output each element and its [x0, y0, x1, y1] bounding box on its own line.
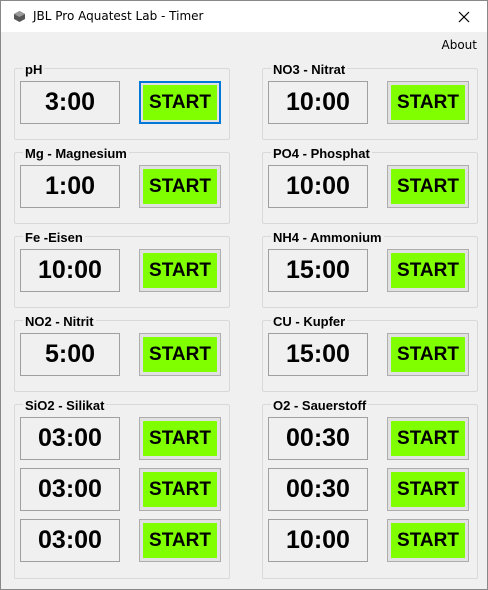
group-ph: pH 3:00 START: [14, 62, 230, 140]
timer-display: 00:30: [268, 468, 368, 511]
close-icon: [458, 11, 470, 22]
timer-display: 03:00: [20, 468, 120, 511]
start-button-label: START: [391, 337, 465, 372]
timer-display: 3:00: [20, 81, 120, 124]
timer-display: 1:00: [20, 165, 120, 208]
group-o2: O2 - Sauerstoff 00:30 START 00:30 START …: [262, 398, 478, 579]
start-button-label: START: [143, 169, 217, 204]
start-button[interactable]: START: [387, 333, 469, 376]
start-button[interactable]: START: [387, 249, 469, 292]
timer-display: 03:00: [20, 519, 120, 562]
window-title: JBL Pro Aquatest Lab - Timer: [33, 9, 204, 23]
start-button[interactable]: START: [387, 81, 469, 124]
start-button[interactable]: START: [139, 249, 221, 292]
start-button-label: START: [143, 85, 217, 120]
start-button-label: START: [143, 421, 217, 456]
group-title-no3: NO3 - Nitrat: [271, 62, 348, 77]
timer-display: 00:30: [268, 417, 368, 460]
group-title-nh4: NH4 - Ammonium: [271, 230, 384, 245]
group-title-cu: CU - Kupfer: [271, 314, 348, 329]
start-button-label: START: [391, 523, 465, 558]
start-button-label: START: [391, 421, 465, 456]
start-button-label: START: [391, 169, 465, 204]
group-title-no2: NO2 - Nitrit: [23, 314, 96, 329]
start-button[interactable]: START: [139, 333, 221, 376]
timer-display: 5:00: [20, 333, 120, 376]
timer-display: 03:00: [20, 417, 120, 460]
timer-display: 10:00: [20, 249, 120, 292]
title-bar: JBL Pro Aquatest Lab - Timer: [1, 1, 487, 32]
menu-about[interactable]: About: [442, 38, 477, 52]
menu-bar: About: [1, 32, 487, 56]
group-no3: NO3 - Nitrat 10:00 START: [262, 62, 478, 140]
start-button-label: START: [391, 85, 465, 120]
timer-display: 10:00: [268, 81, 368, 124]
close-button[interactable]: [441, 1, 487, 32]
start-button-label: START: [143, 337, 217, 372]
start-button[interactable]: START: [139, 417, 221, 460]
group-title-o2: O2 - Sauerstoff: [271, 398, 369, 413]
timer-display: 15:00: [268, 333, 368, 376]
start-button[interactable]: START: [387, 519, 469, 562]
start-button-label: START: [391, 472, 465, 507]
group-title-ph: pH: [23, 62, 45, 77]
start-button[interactable]: START: [387, 468, 469, 511]
group-cu: CU - Kupfer 15:00 START: [262, 314, 478, 392]
group-mg: Mg - Magnesium 1:00 START: [14, 146, 230, 224]
start-button-label: START: [143, 523, 217, 558]
group-fe: Fe -Eisen 10:00 START: [14, 230, 230, 308]
group-sio2: SiO2 - Silikat 03:00 START 03:00 START 0…: [14, 398, 230, 579]
start-button-label: START: [391, 253, 465, 288]
start-button[interactable]: START: [387, 165, 469, 208]
timer-display: 10:00: [268, 165, 368, 208]
start-button[interactable]: START: [387, 417, 469, 460]
start-button[interactable]: START: [139, 468, 221, 511]
timer-display: 10:00: [268, 519, 368, 562]
app-window: JBL Pro Aquatest Lab - Timer About pH 3:…: [0, 0, 488, 590]
timer-display: 15:00: [268, 249, 368, 292]
group-nh4: NH4 - Ammonium 15:00 START: [262, 230, 478, 308]
start-button-label: START: [143, 253, 217, 288]
group-title-sio2: SiO2 - Silikat: [23, 398, 107, 413]
group-no2: NO2 - Nitrit 5:00 START: [14, 314, 230, 392]
start-button[interactable]: START: [139, 165, 221, 208]
start-button[interactable]: START: [139, 81, 221, 124]
start-button-label: START: [143, 472, 217, 507]
app-icon: [14, 11, 25, 22]
group-title-po4: PO4 - Phosphat: [271, 146, 372, 161]
group-po4: PO4 - Phosphat 10:00 START: [262, 146, 478, 224]
group-title-mg: Mg - Magnesium: [23, 146, 129, 161]
group-title-fe: Fe -Eisen: [23, 230, 85, 245]
start-button[interactable]: START: [139, 519, 221, 562]
